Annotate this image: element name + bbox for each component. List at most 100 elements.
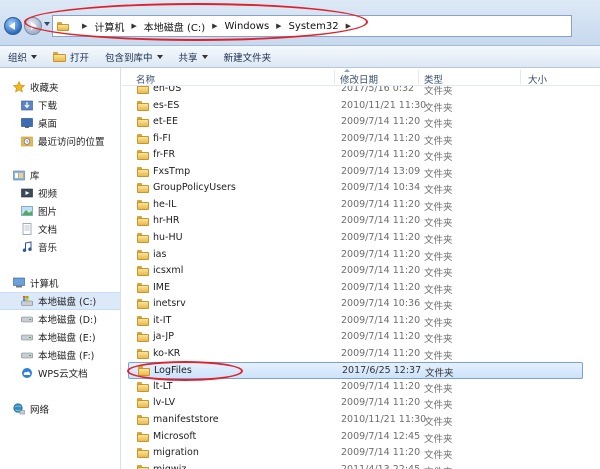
sidebar-item-desktop[interactable]: 桌面 — [0, 114, 120, 132]
file-row[interactable]: es-ES 2010/11/21 11:30 文件夹 — [122, 98, 600, 115]
download-folder-icon — [21, 100, 33, 111]
breadcrumb-computer[interactable]: 计算机 — [94, 19, 124, 34]
sidebar-item-label: 本地磁盘 (E:) — [38, 333, 96, 344]
file-row[interactable]: ja-JP 2009/7/14 11:20 文件夹 — [122, 329, 600, 346]
file-type: 文件夹 — [424, 102, 453, 114]
sidebar-item-label: 本地磁盘 (C:) — [38, 297, 97, 308]
chevron-right-icon[interactable]: ▶ — [276, 22, 281, 30]
file-type: 文件夹 — [424, 86, 453, 97]
file-row[interactable]: inetsrv 2009/7/14 10:36 文件夹 — [122, 296, 600, 313]
sidebar-item-music[interactable]: 音乐 — [0, 238, 120, 256]
file-row[interactable]: GroupPolicyUsers 2009/7/14 10:34 文件夹 — [122, 180, 600, 197]
open-button[interactable]: 打开 — [45, 46, 97, 68]
file-row[interactable]: IME 2009/7/14 11:20 文件夹 — [122, 280, 600, 297]
file-modified-date: 2009/7/14 10:34 — [341, 182, 421, 194]
chevron-right-icon[interactable]: ▶ — [346, 22, 351, 30]
file-row[interactable]: fr-FR 2009/7/14 11:20 文件夹 — [122, 147, 600, 164]
recent-pages-dropdown[interactable] — [44, 22, 50, 26]
folder-icon — [137, 150, 149, 161]
file-row[interactable]: migwiz 2011/4/13 22:45 文件夹 — [122, 462, 600, 469]
file-type: 文件夹 — [424, 350, 453, 362]
file-row[interactable]: LogFiles 2017/6/25 12:37 文件夹 — [128, 362, 583, 379]
sidebar-item-drive-e[interactable]: 本地磁盘 (E:) — [0, 328, 120, 346]
column-divider[interactable] — [418, 70, 419, 84]
folder-icon — [57, 21, 69, 31]
breadcrumb-system32[interactable]: System32 — [289, 21, 339, 32]
sidebar-item-drive-c[interactable]: 本地磁盘 (C:) — [0, 292, 120, 310]
file-name: Microsoft — [153, 430, 197, 442]
new-folder-label: 新建文件夹 — [223, 52, 272, 64]
file-modified-date: 2009/7/14 11:20 — [341, 116, 421, 128]
file-modified-date: 2009/7/14 11:20 — [341, 347, 421, 359]
file-name: lv-LV — [153, 397, 176, 409]
file-row[interactable]: lv-LV 2009/7/14 11:20 文件夹 — [122, 395, 600, 412]
sidebar-item-wps-cloud[interactable]: WPS云文档 — [0, 364, 120, 382]
file-row[interactable]: it-IT 2009/7/14 11:20 文件夹 — [122, 313, 600, 330]
file-row[interactable]: manifeststore 2010/11/21 11:30 文件夹 — [122, 412, 600, 429]
chevron-right-icon[interactable]: ▶ — [82, 22, 87, 30]
file-type: 文件夹 — [424, 185, 453, 197]
sidebar-item-downloads[interactable]: 下载 — [0, 96, 120, 114]
sidebar-item-label: 文档 — [38, 225, 58, 236]
chevron-right-icon[interactable]: ▶ — [212, 22, 217, 30]
file-name: lt-LT — [153, 380, 173, 392]
file-row[interactable]: ko-KR 2009/7/14 11:20 文件夹 — [122, 346, 600, 363]
file-row[interactable]: lt-LT 2009/7/14 11:20 文件夹 — [122, 379, 600, 396]
breadcrumb-windows[interactable]: Windows — [225, 21, 270, 32]
file-list[interactable]: en-US 2017/5/16 0:32 文件夹 es-ES 2010/11/2… — [122, 86, 600, 469]
address-bar[interactable]: ▶ 计算机 ▶ 本地磁盘 (C:) ▶ Windows ▶ System32 ▶ — [52, 15, 572, 37]
sidebar-item-label: 网络 — [30, 405, 50, 416]
document-icon — [22, 223, 32, 235]
sidebar-item-videos[interactable]: 视频 — [0, 184, 120, 202]
column-header-modified[interactable]: 修改日期 — [340, 72, 378, 86]
sidebar-item-favorites[interactable]: 收藏夹 — [0, 78, 120, 96]
chevron-down-icon — [156, 54, 163, 59]
sidebar-item-recent-places[interactable]: 最近访问的位置 — [0, 132, 120, 150]
breadcrumb-drive-c[interactable]: 本地磁盘 (C:) — [144, 19, 205, 34]
sidebar-item-documents[interactable]: 文档 — [0, 220, 120, 238]
column-header-type[interactable]: 类型 — [424, 72, 443, 86]
file-row[interactable]: migration 2009/7/14 11:20 文件夹 — [122, 445, 600, 462]
share-button[interactable]: 共享 — [171, 46, 216, 68]
sidebar-item-label: 下载 — [38, 101, 58, 112]
folder-icon — [137, 431, 149, 442]
folder-icon — [137, 166, 149, 177]
sidebar-item-computer[interactable]: 计算机 — [0, 274, 120, 292]
sidebar-item-drive-f[interactable]: 本地磁盘 (F:) — [0, 346, 120, 364]
file-row[interactable]: ias 2009/7/14 11:20 文件夹 — [122, 247, 600, 264]
file-modified-date: 2011/4/13 22:45 — [341, 464, 420, 469]
file-modified-date: 2009/7/14 11:20 — [341, 248, 421, 260]
sidebar-item-drive-d[interactable]: 本地磁盘 (D:) — [0, 310, 120, 328]
forward-button[interactable] — [24, 17, 42, 35]
organize-button[interactable]: 组织 — [0, 46, 45, 68]
include-in-library-button[interactable]: 包含到库中 — [97, 46, 171, 68]
file-row[interactable]: hu-HU 2009/7/14 11:20 文件夹 — [122, 230, 600, 247]
file-name: en-US — [153, 86, 182, 94]
file-row[interactable]: hr-HR 2009/7/14 11:20 文件夹 — [122, 213, 600, 230]
column-header-name[interactable]: 名称 — [136, 72, 155, 86]
sidebar-item-libraries[interactable]: 库 — [0, 166, 120, 184]
file-row[interactable]: FxsTmp 2009/7/14 13:09 文件夹 — [122, 164, 600, 181]
column-header-size[interactable]: 大小 — [528, 72, 547, 86]
file-row[interactable]: icsxml 2009/7/14 11:20 文件夹 — [122, 263, 600, 280]
file-row[interactable]: fi-FI 2009/7/14 11:20 文件夹 — [122, 131, 600, 148]
file-row[interactable]: en-US 2017/5/16 0:32 文件夹 — [122, 86, 600, 98]
file-modified-date: 2009/7/14 10:36 — [341, 298, 421, 310]
new-folder-button[interactable]: 新建文件夹 — [216, 46, 280, 68]
file-type: 文件夹 — [424, 301, 453, 313]
column-divider[interactable] — [520, 70, 521, 84]
sidebar-item-pictures[interactable]: 图片 — [0, 202, 120, 220]
folder-icon — [138, 366, 150, 377]
file-row[interactable]: Microsoft 2009/7/14 12:45 文件夹 — [122, 429, 600, 446]
file-row[interactable]: et-EE 2009/7/14 11:20 文件夹 — [122, 114, 600, 131]
open-folder-icon — [53, 51, 67, 62]
back-button[interactable] — [4, 17, 22, 35]
file-type: 文件夹 — [424, 433, 453, 445]
video-icon — [21, 188, 33, 198]
sidebar-item-network[interactable]: 网络 — [0, 400, 120, 418]
file-name: et-EE — [153, 116, 179, 128]
file-row[interactable]: he-IL 2009/7/14 11:20 文件夹 — [122, 197, 600, 214]
navigation-pane[interactable]: 收藏夹 下载 桌面 最近访问的位置 库 视频 图片 文档 音乐 计算机 本地磁盘… — [0, 68, 121, 469]
chevron-right-icon[interactable]: ▶ — [131, 22, 136, 30]
column-divider[interactable] — [334, 70, 335, 84]
